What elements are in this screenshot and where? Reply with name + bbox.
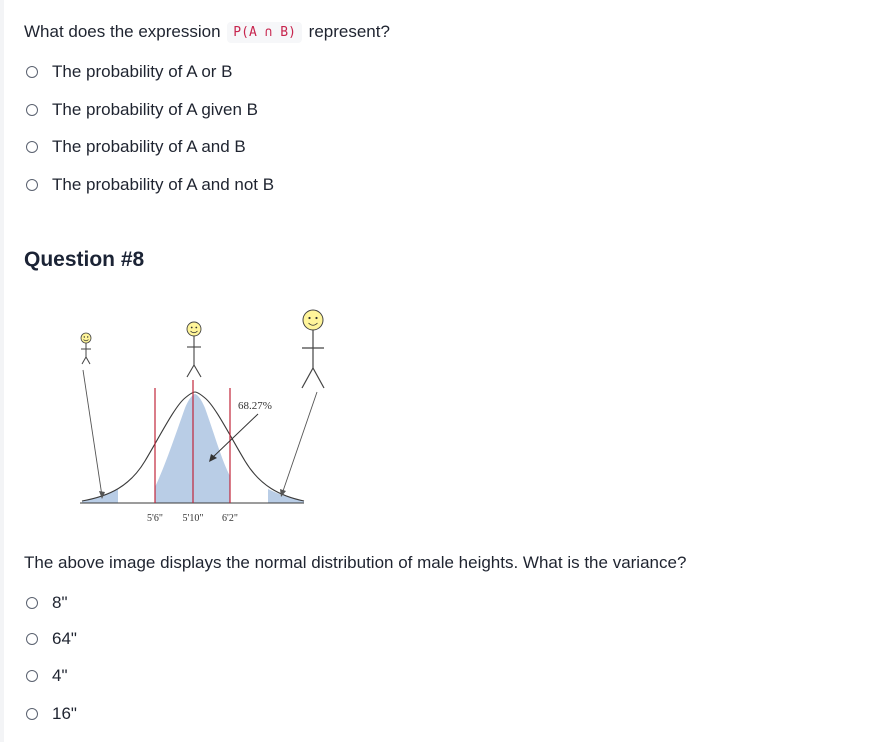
option-label: The probability of A and not B [52, 175, 275, 194]
option-label: The probability of A and B [52, 137, 246, 156]
tick-label-right: 6'2" [222, 513, 238, 524]
question-8-heading: Question #8 [24, 248, 145, 271]
radio-icon[interactable] [26, 708, 38, 720]
medium-person-icon [186, 321, 202, 378]
radio-icon[interactable] [26, 670, 38, 682]
question-7-option-c[interactable]: The probability of A and B [26, 136, 246, 158]
tick-label-mean: 5'10" [183, 513, 204, 524]
option-label: 4" [52, 666, 68, 685]
radio-icon[interactable] [26, 66, 38, 78]
radio-icon[interactable] [26, 179, 38, 191]
normal-distribution-figure: 68.27% 5'6" 5'10" 6'2" [80, 309, 325, 524]
percent-label: 68.27% [238, 400, 272, 412]
right-pointer-line [281, 391, 318, 495]
radio-icon[interactable] [26, 104, 38, 116]
radio-icon[interactable] [26, 597, 38, 609]
radio-icon[interactable] [26, 141, 38, 153]
question-8-option-c[interactable]: 4" [26, 665, 68, 687]
question-7-code: P(A ∩ B) [227, 22, 302, 43]
question-7-text-after: represent? [308, 22, 390, 41]
question-7-text: What does the expression P(A ∩ B) repres… [24, 22, 390, 43]
question-7-option-d[interactable]: The probability of A and not B [26, 174, 274, 196]
question-7-option-b[interactable]: The probability of A given B [26, 99, 258, 121]
page-edge [0, 0, 4, 742]
question-8-option-b[interactable]: 64" [26, 628, 77, 650]
option-label: 16" [52, 704, 77, 723]
small-person-icon [80, 332, 92, 365]
option-label: 8" [52, 593, 68, 612]
left-pointer-line [82, 369, 103, 497]
question-8-option-d[interactable]: 16" [26, 703, 77, 725]
question-7-text-before: What does the expression [24, 22, 221, 41]
option-label: The probability of A given B [52, 100, 259, 119]
question-7-option-a[interactable]: The probability of A or B [26, 61, 233, 83]
question-8-option-a[interactable]: 8" [26, 592, 68, 614]
radio-icon[interactable] [26, 633, 38, 645]
quiz-page: What does the expression P(A ∩ B) repres… [0, 0, 875, 742]
tick-label-left: 5'6" [147, 513, 163, 524]
option-label: 64" [52, 629, 77, 648]
question-8-text: The above image displays the normal dist… [24, 553, 687, 572]
option-label: The probability of A or B [52, 62, 233, 81]
percent-arrow-line [211, 413, 259, 459]
tall-person-icon [301, 309, 325, 389]
